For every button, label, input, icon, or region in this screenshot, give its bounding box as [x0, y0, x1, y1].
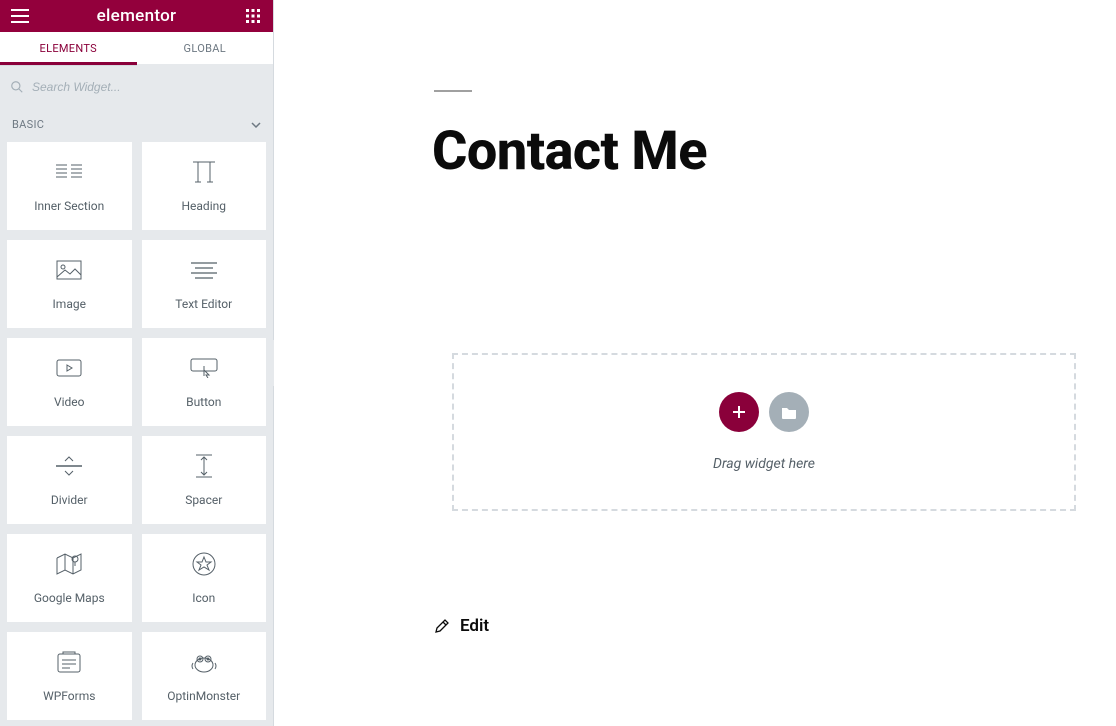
widget-icon[interactable]: Icon [141, 533, 268, 623]
image-icon [56, 257, 82, 283]
widget-heading[interactable]: Heading [141, 141, 268, 231]
widget-wpforms[interactable]: WPForms [6, 631, 133, 721]
tab-global-label: GLOBAL [184, 42, 226, 55]
widget-optinmonster[interactable]: OptinMonster [141, 631, 268, 721]
sidebar-tabs: ELEMENTS GLOBAL [0, 32, 273, 65]
tab-global[interactable]: GLOBAL [137, 32, 274, 65]
editor-canvas[interactable]: Contact Me Drag widget here Edit [274, 0, 1116, 726]
star-icon [192, 551, 216, 577]
pencil-icon [434, 618, 450, 634]
divider-icon [56, 453, 82, 479]
widget-label: OptinMonster [167, 689, 240, 703]
widget-label: Icon [192, 591, 215, 605]
widget-label: Google Maps [34, 591, 105, 605]
drop-zone[interactable]: Drag widget here [452, 353, 1076, 511]
drop-zone-caption: Drag widget here [713, 456, 815, 472]
chevron-down-icon [251, 120, 261, 130]
inner-section-icon [56, 159, 82, 185]
folder-icon [781, 405, 797, 419]
page-title: Contact Me [432, 120, 1116, 183]
search-wrap [0, 66, 273, 108]
widget-image[interactable]: Image [6, 239, 133, 329]
video-icon [56, 355, 82, 381]
widget-label: Heading [181, 199, 226, 213]
canvas-content: Contact Me Drag widget here [274, 0, 1116, 511]
search-icon [10, 80, 24, 94]
widget-divider[interactable]: Divider [6, 435, 133, 525]
template-library-button[interactable] [769, 392, 809, 432]
search-input[interactable] [24, 76, 263, 98]
widget-label: Spacer [185, 493, 222, 507]
title-rule [434, 90, 472, 92]
widget-spacer[interactable]: Spacer [141, 435, 268, 525]
brand-logo: elementor [32, 6, 241, 26]
hamburger-icon[interactable] [8, 4, 32, 28]
widget-google-maps[interactable]: Google Maps [6, 533, 133, 623]
widget-button[interactable]: Button [141, 337, 268, 427]
widget-label: WPForms [43, 689, 95, 703]
widget-video[interactable]: Video [6, 337, 133, 427]
category-basic-label: BASIC [12, 118, 44, 131]
apps-grid-icon[interactable] [241, 4, 265, 28]
form-icon [57, 649, 81, 675]
tab-elements[interactable]: ELEMENTS [0, 32, 137, 65]
add-section-button[interactable] [719, 392, 759, 432]
button-icon [190, 355, 218, 381]
widget-grid: Inner Section Heading Image Text Editor [0, 141, 273, 726]
widget-label: Image [53, 297, 86, 311]
text-editor-icon [191, 257, 217, 283]
widget-text-editor[interactable]: Text Editor [141, 239, 268, 329]
heading-icon [191, 159, 217, 185]
sidebar-panel: elementor ELEMENTS GLOBAL BASIC Inner Se… [0, 0, 274, 726]
widget-label: Video [54, 395, 85, 409]
tab-elements-label: ELEMENTS [40, 42, 97, 55]
widget-label: Divider [51, 493, 88, 507]
widget-inner-section[interactable]: Inner Section [6, 141, 133, 231]
spacer-icon [194, 453, 214, 479]
plus-icon [730, 403, 748, 421]
edit-label: Edit [460, 616, 489, 636]
widget-label: Button [186, 395, 221, 409]
widget-label: Inner Section [34, 199, 104, 213]
drop-zone-buttons [719, 392, 809, 432]
widget-label: Text Editor [175, 297, 232, 311]
edit-section-handle[interactable]: Edit [434, 616, 489, 636]
sidebar-header: elementor [0, 0, 273, 32]
optinmonster-icon [190, 649, 218, 675]
category-basic-header[interactable]: BASIC [0, 108, 273, 141]
map-icon [56, 551, 82, 577]
